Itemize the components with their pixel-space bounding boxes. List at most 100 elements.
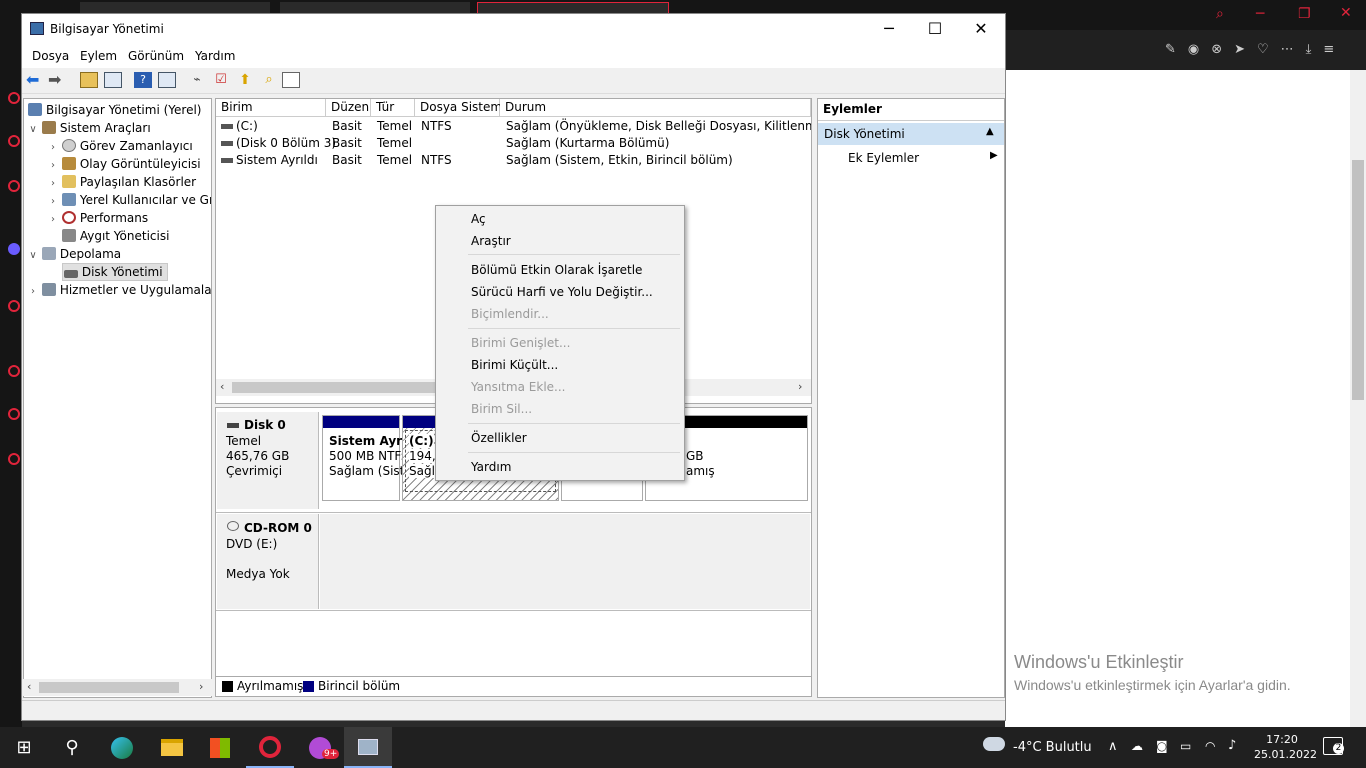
menu-file[interactable]: Dosya bbox=[32, 49, 69, 63]
box-icon[interactable] bbox=[8, 408, 20, 420]
table-row[interactable]: Sistem Ayrıldı Basit Temel NTFS Sağlam (… bbox=[216, 152, 811, 169]
browser-toolbar: ✎◉⊗➤♡⋯⤓≡ bbox=[1005, 30, 1366, 70]
menu-item-mark-active[interactable]: Bölümü Etkin Olarak İşaretle bbox=[438, 259, 682, 281]
table-row[interactable]: (Disk 0 Bölüm 3) Basit Temel Sağlam (Kur… bbox=[216, 135, 811, 152]
cell-type: Temel bbox=[377, 136, 413, 150]
meet-icon[interactable]: ◙ bbox=[1156, 739, 1168, 753]
tree-item-device-manager[interactable]: Aygıt Yöneticisi bbox=[48, 227, 169, 245]
tree-item-root[interactable]: Bilgisayar Yönetimi (Yerel) bbox=[28, 101, 201, 119]
column-header-filesystem[interactable]: Dosya Sistemi bbox=[415, 99, 505, 117]
scroll-right-icon[interactable]: › bbox=[798, 380, 802, 393]
scroll-right-icon[interactable]: › bbox=[199, 680, 203, 693]
close-icon[interactable]: ✕ bbox=[1340, 5, 1352, 21]
tree-item-performance[interactable]: › Performans bbox=[48, 209, 148, 227]
settings-icon[interactable] bbox=[8, 453, 20, 465]
onedrive-icon[interactable]: ☁ bbox=[1131, 739, 1143, 753]
tree-item-storage[interactable]: ∨ Depolama bbox=[28, 245, 121, 263]
show-tree-icon[interactable] bbox=[104, 72, 122, 88]
actions-section-disk-management[interactable]: Disk Yönetimi ▲ bbox=[818, 123, 1004, 145]
tree-item-task-scheduler[interactable]: › Görev Zamanlayıcı bbox=[48, 137, 193, 155]
menu-item-open[interactable]: Aç bbox=[438, 208, 682, 230]
taskbar-computer-management[interactable] bbox=[344, 727, 392, 768]
column-header-type[interactable]: Tür bbox=[371, 99, 415, 117]
maximize-button[interactable]: ☐ bbox=[912, 14, 958, 44]
menu-view[interactable]: Görünüm bbox=[128, 49, 184, 63]
taskbar-gx[interactable]: 9+ bbox=[296, 727, 344, 768]
disk0-label-panel[interactable]: Disk 0 Temel 465,76 GB Çevrimiçi bbox=[217, 412, 319, 509]
sidebar-icon[interactable] bbox=[8, 300, 20, 312]
sidebar-icon[interactable] bbox=[8, 180, 20, 192]
browser-toolbar-icons[interactable]: ✎◉⊗➤♡⋯⤓≡ bbox=[1165, 42, 1346, 57]
battery-icon[interactable]: ▭ bbox=[1180, 739, 1191, 753]
taskbar-store[interactable] bbox=[196, 727, 244, 768]
scroll-left-icon[interactable]: ‹ bbox=[27, 680, 31, 693]
sidebar-icon[interactable] bbox=[8, 135, 20, 147]
chevron-down-icon[interactable]: ∨ bbox=[28, 247, 38, 265]
close-button[interactable]: ✕ bbox=[958, 14, 1004, 44]
search-folder-icon[interactable]: ⌕ bbox=[260, 72, 278, 88]
tree-item-services[interactable]: › Hizmetler ve Uygulamalar bbox=[28, 281, 211, 301]
cdrom-drive: DVD (E:) bbox=[226, 537, 278, 551]
computer-management-icon bbox=[358, 738, 378, 755]
column-header-volume[interactable]: Birim bbox=[216, 99, 326, 117]
search-icon[interactable]: ⌕ bbox=[1216, 6, 1224, 22]
search-button[interactable]: ⚲ bbox=[48, 727, 96, 768]
minimize-icon[interactable]: ─ bbox=[1256, 6, 1264, 22]
tree-horizontal-scrollbar[interactable]: ‹ › bbox=[23, 679, 212, 696]
back-icon[interactable]: ⬅ bbox=[26, 72, 44, 88]
scroll-left-icon[interactable]: ‹ bbox=[220, 380, 224, 393]
partition-system-reserved[interactable]: Sistem Ayrıl 500 MB NTF: Sağlam (Sist bbox=[322, 415, 410, 501]
menu-item-explore[interactable]: Araştır bbox=[438, 230, 682, 252]
scroll-thumb[interactable] bbox=[39, 682, 179, 693]
table-row[interactable]: (C:) Basit Temel NTFS Sağlam (Önyükleme,… bbox=[216, 118, 811, 135]
column-header-layout[interactable]: Düzen bbox=[326, 99, 371, 117]
sidebar-icon[interactable] bbox=[8, 92, 20, 104]
folder-up-icon[interactable]: ⬆ bbox=[236, 72, 254, 88]
menu-item-shrink[interactable]: Birimi Küçült... bbox=[438, 354, 682, 376]
menu-item-properties[interactable]: Özellikler bbox=[438, 427, 682, 449]
tree-item-system-tools[interactable]: ∨ Sistem Araçları bbox=[28, 119, 151, 137]
actions-more[interactable]: Ek Eylemler ▶ bbox=[818, 147, 1004, 169]
tree-item-local-users[interactable]: › Yerel Kullanıcılar ve Gru bbox=[48, 191, 211, 209]
start-button[interactable]: ⊞ bbox=[0, 727, 48, 768]
messenger-icon[interactable] bbox=[8, 243, 20, 255]
column-header-status[interactable]: Durum bbox=[500, 99, 811, 117]
taskbar-edge[interactable] bbox=[98, 727, 146, 768]
weather-text[interactable]: -4°C Bulutlu bbox=[1013, 740, 1092, 755]
users-icon bbox=[61, 193, 76, 206]
tree-item-disk-management[interactable]: Disk Yönetimi bbox=[48, 263, 168, 281]
menu-help[interactable]: Yardım bbox=[195, 49, 235, 63]
menu-item-help[interactable]: Yardım bbox=[438, 456, 682, 478]
restore-icon[interactable]: ❐ bbox=[1298, 6, 1311, 22]
cd-icon bbox=[227, 521, 239, 531]
help-icon[interactable]: ? bbox=[134, 72, 152, 88]
chevron-right-icon[interactable]: › bbox=[28, 283, 38, 301]
notification-center-button[interactable]: 2 bbox=[1323, 737, 1344, 755]
taskbar-explorer[interactable] bbox=[148, 727, 196, 768]
title-bar[interactable]: Bilgisayar Yönetimi ─ ☐ ✕ bbox=[22, 14, 1005, 46]
chevron-up-icon[interactable]: ∧ bbox=[1108, 739, 1118, 754]
action-pane-icon[interactable] bbox=[158, 72, 176, 88]
menu-action[interactable]: Eylem bbox=[80, 49, 117, 63]
disk-icon bbox=[227, 423, 239, 428]
tree-label: Disk Yönetimi bbox=[81, 265, 163, 279]
up-folder-icon[interactable] bbox=[80, 72, 98, 88]
cdrom-label-panel[interactable]: CD-ROM 0 DVD (E:) Medya Yok bbox=[217, 514, 319, 609]
forward-icon[interactable]: ➡ bbox=[48, 72, 66, 88]
minimize-button[interactable]: ─ bbox=[866, 14, 912, 44]
collapse-icon[interactable]: ▲ bbox=[986, 126, 994, 137]
weather-icon[interactable] bbox=[983, 737, 1005, 751]
checklist-icon[interactable]: ☑ bbox=[212, 72, 230, 88]
properties-icon[interactable] bbox=[282, 72, 300, 88]
connect-icon[interactable]: ⌁ bbox=[188, 72, 206, 88]
history-icon[interactable] bbox=[8, 365, 20, 377]
tree-item-shared-folders[interactable]: › Paylaşılan Klasörler bbox=[48, 173, 196, 191]
chevron-down-icon[interactable]: ∨ bbox=[28, 121, 38, 139]
volume-icon[interactable]: ♪ bbox=[1228, 738, 1236, 753]
menu-item-change-letter[interactable]: Sürücü Harfi ve Yolu Değiştir... bbox=[438, 281, 682, 303]
tree-item-event-viewer[interactable]: › Olay Görüntüleyicisi bbox=[48, 155, 201, 173]
taskbar-opera[interactable] bbox=[246, 727, 294, 768]
browser-scroll-thumb[interactable] bbox=[1352, 160, 1364, 400]
wifi-icon[interactable]: ◠ bbox=[1205, 739, 1215, 753]
clock[interactable]: 17:20 25.01.2022 bbox=[1254, 732, 1317, 762]
